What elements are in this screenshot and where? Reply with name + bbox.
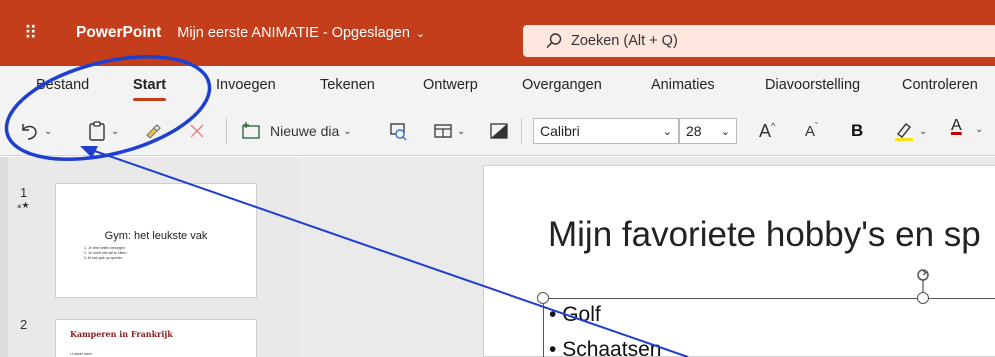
tab-bestand[interactable]: Bestand — [36, 77, 89, 93]
chevron-down-icon: ⌄ — [662, 125, 672, 138]
chevron-down-icon: ⌄ — [975, 124, 984, 135]
delete-button[interactable] — [188, 119, 206, 143]
bullet-text: Golf — [562, 303, 601, 326]
slide-number: 1 — [20, 185, 28, 200]
tab-diavoorstelling[interactable]: Diavoorstelling — [765, 77, 860, 93]
slide-thumbnail-2[interactable]: Kamperen in Frankrijk • Lekker weer — [55, 319, 257, 357]
thumb-title: Kamperen in Frankrijk — [70, 329, 173, 339]
tab-animaties[interactable]: Animaties — [651, 77, 715, 93]
bold-icon: B — [851, 121, 864, 140]
search-box[interactable]: Zoeken (Alt + Q) — [523, 25, 995, 57]
slide-thumbnail-1[interactable]: Gym: het leukste vak 1. Je leert tellen … — [55, 183, 257, 298]
resize-handle[interactable] — [537, 292, 549, 304]
layout-button[interactable]: ⌄ — [433, 119, 465, 143]
content-bullet[interactable]: • Golf — [549, 303, 601, 327]
grow-font-icon: A — [759, 120, 772, 141]
layout-icon — [434, 124, 452, 138]
paste-button[interactable]: ⌄ — [87, 119, 119, 143]
rotate-handle-icon[interactable] — [915, 268, 931, 292]
tab-tekenen[interactable]: Tekenen — [320, 77, 375, 93]
tab-controleren[interactable]: Controleren — [902, 77, 978, 93]
delete-icon — [190, 124, 204, 138]
font-size-select[interactable]: 28 ⌄ — [679, 118, 737, 144]
ribbon-tabs: Bestand Start Invoegen Tekenen Ontwerp O… — [0, 66, 995, 106]
title-bar: ⠿ PowerPoint Mijn eerste ANIMATIE - Opge… — [0, 0, 995, 66]
shape-fill-icon — [490, 123, 508, 139]
document-name-button[interactable]: Mijn eerste ANIMATIE - Opgeslagen ⌄ — [177, 25, 425, 41]
font-name-select[interactable]: Calibri ⌄ — [533, 118, 679, 144]
format-painter-icon — [146, 124, 161, 139]
new-slide-icon — [242, 122, 260, 139]
highlighter-icon — [895, 123, 913, 141]
font-size-value: 28 — [686, 123, 702, 139]
thumb-bullet: 3. Al kan gek op sporten — [84, 256, 123, 260]
highlighter-button[interactable]: ⌄ — [893, 119, 927, 143]
thumb-bullet: • Lekker weer — [70, 352, 92, 356]
undo-icon — [22, 124, 37, 140]
bullet-text: Schaatsen — [562, 338, 662, 357]
document-name: Mijn eerste ANIMATIE - Opgeslagen — [177, 25, 410, 41]
new-slide-label: Nieuwe dia — [270, 123, 340, 139]
font-color-button[interactable]: A — [951, 117, 962, 143]
animation-star-icon: ⁎★ — [17, 200, 30, 210]
search-placeholder: Zoeken (Alt + Q) — [571, 33, 678, 49]
app-name[interactable]: PowerPoint — [76, 24, 161, 42]
chevron-down-icon: ⌄ — [343, 125, 352, 137]
chevron-down-icon: ⌄ — [720, 125, 730, 138]
shape-fill-button[interactable] — [489, 119, 509, 143]
shrink-font-button[interactable]: Aˇ — [805, 119, 818, 143]
font-color-icon: A — [951, 117, 962, 134]
reuse-slides-icon — [390, 123, 407, 141]
slide-number: 2 — [20, 317, 28, 332]
chevron-down-icon: ⌄ — [44, 125, 53, 137]
font-name-value: Calibri — [540, 123, 580, 139]
format-painter-button[interactable] — [143, 119, 163, 143]
undo-button[interactable]: ⌄ — [18, 119, 52, 143]
thumb-title: Gym: het leukste vak — [104, 230, 208, 242]
chevron-down-icon: ⌄ — [919, 125, 928, 137]
tab-overgangen[interactable]: Overgangen — [522, 77, 602, 93]
chevron-down-icon: ⌄ — [457, 125, 466, 137]
paste-icon — [89, 121, 105, 141]
new-slide-button[interactable]: Nieuwe dia ⌄ — [240, 119, 352, 143]
tab-ontwerp[interactable]: Ontwerp — [423, 77, 478, 93]
shrink-font-icon: A — [805, 122, 816, 140]
tab-invoegen[interactable]: Invoegen — [216, 77, 276, 93]
chevron-down-icon: ⌄ — [415, 27, 426, 40]
content-bullet[interactable]: • Schaatsen — [549, 338, 661, 357]
resize-handle[interactable] — [917, 292, 929, 304]
slide-title-text[interactable]: Mijn favoriete hobby's en sp — [548, 215, 981, 255]
separator — [521, 118, 522, 144]
thumb-bullets: 1. Je leert tellen bewegen 2. Je hoeft n… — [84, 246, 127, 261]
search-icon — [546, 33, 562, 49]
reuse-slides-button[interactable] — [388, 119, 408, 143]
pane-scrollbar[interactable] — [0, 157, 8, 357]
grow-font-button[interactable]: A ^ — [759, 119, 775, 143]
chevron-down-icon: ⌄ — [111, 125, 120, 137]
bold-button[interactable]: B — [851, 119, 863, 143]
tab-start[interactable]: Start — [133, 77, 167, 101]
separator — [226, 118, 227, 144]
ribbon-toolbar: ⌄ ⌄ Nieuwe dia ⌄ ⌄ Calibri ⌄ 28 ⌄ A ^ A … — [0, 106, 995, 156]
app-launcher-icon[interactable]: ⠿ — [24, 24, 64, 42]
